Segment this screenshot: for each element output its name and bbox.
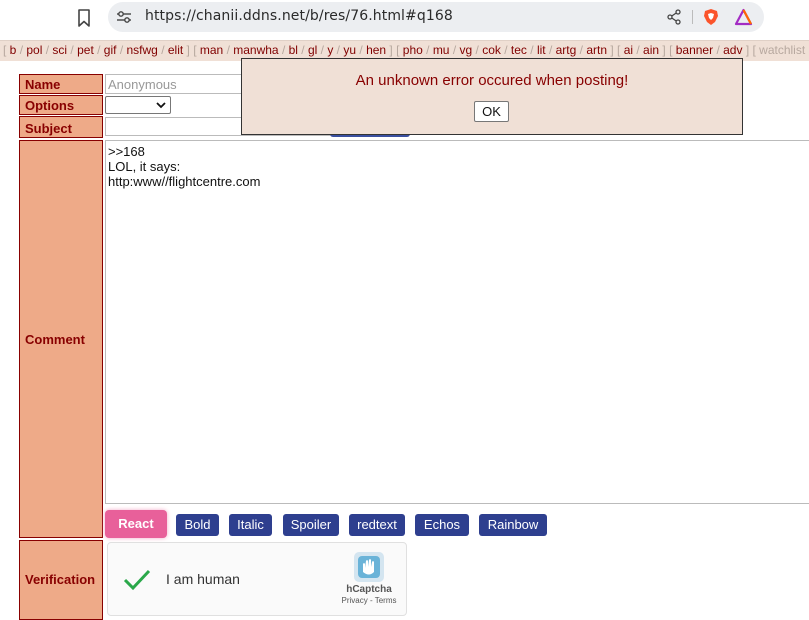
board-link-gl[interactable]: gl	[308, 43, 317, 57]
hcaptcha-terms-link[interactable]: Privacy - Terms	[334, 596, 404, 605]
react-button[interactable]: React	[105, 510, 167, 538]
options-label-cell: Options	[19, 95, 103, 115]
toolbar-separator	[692, 10, 693, 24]
nav-separator: /	[422, 43, 433, 57]
nav-separator: /	[223, 43, 234, 57]
board-link-yu[interactable]: yu	[343, 43, 356, 57]
board-link-pet[interactable]: pet	[77, 43, 94, 57]
board-link-gif[interactable]: gif	[104, 43, 117, 57]
board-link-nsfwg[interactable]: nsfwg	[127, 43, 158, 57]
site-settings-icon[interactable]	[116, 9, 132, 25]
board-link-artn[interactable]: artn	[586, 43, 607, 57]
echos-format-button[interactable]: Echos	[415, 514, 469, 536]
rainbow-format-button[interactable]: Rainbow	[479, 514, 547, 536]
comment-label-cell: Comment	[19, 140, 103, 538]
nav-separator: /	[526, 43, 537, 57]
nav-bracket: [	[3, 43, 10, 57]
nav-separator: /	[67, 43, 78, 57]
nav-separator: /	[576, 43, 587, 57]
bookmark-icon[interactable]	[76, 8, 92, 28]
hcaptcha-logo-icon	[354, 552, 384, 582]
board-link-artg[interactable]: artg	[556, 43, 577, 57]
ok-button[interactable]: OK	[474, 101, 509, 122]
board-link-pol[interactable]: pol	[26, 43, 42, 57]
board-link-manwha[interactable]: manwha	[233, 43, 278, 57]
bold-format-button[interactable]: Bold	[176, 514, 219, 536]
checkmark-icon[interactable]	[122, 567, 152, 593]
nav-watchlist[interactable]: ] [ watchlist	[742, 43, 805, 57]
options-select[interactable]	[105, 96, 171, 114]
brave-rewards-icon[interactable]	[734, 8, 753, 26]
board-link-tec[interactable]: tec	[511, 43, 527, 57]
board-link-hen[interactable]: hen	[366, 43, 386, 57]
board-link-bl[interactable]: bl	[289, 43, 298, 57]
nav-separator: /	[297, 43, 308, 57]
board-link-lit[interactable]: lit	[537, 43, 546, 57]
board-link-cok[interactable]: cok	[482, 43, 501, 57]
board-link-ain[interactable]: ain	[643, 43, 659, 57]
nav-separator: /	[545, 43, 556, 57]
url-text[interactable]: https://chanii.ddns.net/b/res/76.html#q1…	[145, 8, 453, 24]
nav-separator: /	[317, 43, 328, 57]
board-link-mu[interactable]: mu	[433, 43, 450, 57]
nav-separator: /	[449, 43, 460, 57]
comment-textarea[interactable]: >>168 LOL, it says: http:www//flightcent…	[105, 140, 809, 504]
hcaptcha-brand: hCaptcha	[346, 584, 392, 595]
board-link-adv[interactable]: adv	[723, 43, 742, 57]
name-label-cell: Name	[19, 74, 103, 94]
brave-shields-icon[interactable]	[702, 8, 720, 26]
error-dialog: An unknown error occured when posting! O…	[241, 58, 743, 135]
verification-label: Verification	[25, 572, 96, 587]
nav-bracket: ] [	[659, 43, 676, 57]
options-label: Options	[25, 98, 75, 113]
name-label: Name	[25, 77, 61, 92]
address-bar[interactable]: https://chanii.ddns.net/b/res/76.html#q1…	[108, 2, 764, 32]
chevron-down-icon	[156, 102, 166, 109]
nav-separator: /	[333, 43, 344, 57]
nav-separator: /	[278, 43, 289, 57]
dialog-message: An unknown error occured when posting!	[355, 72, 629, 89]
nav-bracket: ] [	[183, 43, 200, 57]
board-link-banner[interactable]: banner	[676, 43, 713, 57]
nav-separator: /	[633, 43, 644, 57]
nav-separator: /	[356, 43, 367, 57]
board-link-ai[interactable]: ai	[624, 43, 633, 57]
board-link-sci[interactable]: sci	[52, 43, 67, 57]
nav-separator: /	[472, 43, 483, 57]
subject-label: Subject	[25, 121, 72, 136]
verification-label-cell: Verification	[19, 540, 103, 620]
board-link-elit[interactable]: elit	[168, 43, 183, 57]
board-link-man[interactable]: man	[200, 43, 223, 57]
nav-separator: /	[713, 43, 724, 57]
nav-separator: /	[500, 43, 511, 57]
share-icon[interactable]	[666, 9, 682, 25]
nav-separator: /	[16, 43, 27, 57]
nav-bracket: ] [	[386, 43, 403, 57]
nav-separator: /	[42, 43, 53, 57]
comment-label: Comment	[25, 332, 85, 347]
subject-label-cell: Subject	[19, 116, 103, 138]
nav-separator: /	[116, 43, 127, 57]
hcaptcha-widget[interactable]: I am human hCaptcha Privacy - Terms	[107, 542, 407, 616]
nav-separator: /	[93, 43, 104, 57]
redtext-format-button[interactable]: redtext	[349, 514, 405, 536]
nav-separator: /	[157, 43, 168, 57]
captcha-label: I am human	[166, 571, 240, 587]
nav-bracket: ] [	[607, 43, 624, 57]
italic-format-button[interactable]: Italic	[229, 514, 272, 536]
spoiler-format-button[interactable]: Spoiler	[283, 514, 339, 536]
browser-toolbar: https://chanii.ddns.net/b/res/76.html#q1…	[0, 0, 809, 38]
board-link-pho[interactable]: pho	[403, 43, 423, 57]
board-link-vg[interactable]: vg	[460, 43, 473, 57]
